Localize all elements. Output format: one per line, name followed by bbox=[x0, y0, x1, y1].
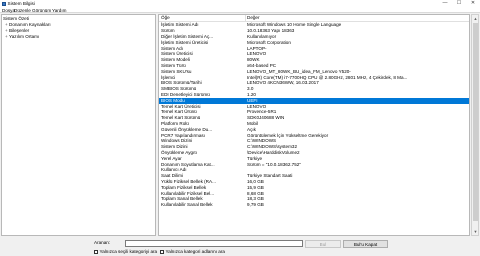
tree-item-software-environment[interactable]: +Yazılım Ortamı bbox=[5, 34, 39, 40]
tree-item-label: Yazılım Ortamı bbox=[9, 33, 40, 39]
window-title: Sistem Bilgisi bbox=[7, 0, 35, 6]
category-tree: Sistem Özeti +Donanım Kaynakları +Bileşe… bbox=[1, 14, 156, 236]
find-input[interactable] bbox=[125, 239, 303, 247]
table-row[interactable]: Kullanılabilir Sanal Bellek 9,79 GB bbox=[159, 202, 469, 208]
close-button[interactable]: ✕ bbox=[466, 0, 480, 7]
menu-help[interactable]: Yardım bbox=[52, 8, 66, 13]
table-body: İşletim Sistemi Adı Microsoft Windows 10 … bbox=[159, 22, 469, 208]
find-panel: Aranan: Bul Bul'u Kapat Yalnızca seçili … bbox=[0, 237, 480, 256]
menu-edit[interactable]: Düzenle bbox=[14, 8, 31, 13]
system-info-icon bbox=[2, 1, 6, 6]
title-bar: Sistem Bilgisi — ☐ ✕ bbox=[0, 0, 480, 7]
menu-view[interactable]: Görünüm bbox=[32, 8, 51, 13]
tree-item-label: Bileşenler bbox=[9, 27, 30, 33]
scroll-up-arrow-icon[interactable]: ▲ bbox=[472, 15, 479, 22]
scroll-down-arrow-icon[interactable]: ▼ bbox=[472, 228, 479, 235]
column-header-item[interactable]: Öğe bbox=[159, 15, 245, 22]
minimize-button[interactable]: — bbox=[438, 0, 452, 7]
find-button[interactable]: Bul bbox=[305, 239, 341, 248]
close-find-button[interactable]: Bul'u Kapat bbox=[343, 239, 388, 248]
column-header-value[interactable]: Değer bbox=[245, 15, 469, 22]
checkbox-label: Yalnızca seçili kategoriyi ara bbox=[99, 249, 158, 254]
checkbox-label: Yalnızca kategori adlarını ara bbox=[165, 249, 225, 254]
vertical-scrollbar[interactable]: ▲ ▼ bbox=[471, 14, 479, 236]
menu-bar: Dosya Düzenle Görünüm Yardım bbox=[0, 7, 480, 13]
maximize-button[interactable]: ☐ bbox=[452, 0, 466, 7]
table-header: Öğe Değer bbox=[159, 15, 469, 22]
scroll-thumb[interactable] bbox=[473, 23, 478, 221]
row-item-cell: Kullanılabilir Sanal Bellek bbox=[161, 202, 213, 208]
checkbox[interactable] bbox=[160, 250, 164, 254]
find-label: Aranan: bbox=[94, 240, 111, 245]
tree-item-label: Donanım Kaynakları bbox=[9, 21, 51, 27]
tree-item-label: Sistem Özeti bbox=[3, 15, 30, 21]
checkbox[interactable] bbox=[94, 250, 98, 254]
details-table: Öğe Değer İşletim Sistemi Adı Microsoft W… bbox=[158, 14, 470, 236]
row-value-cell: 9,79 GB bbox=[247, 202, 264, 208]
